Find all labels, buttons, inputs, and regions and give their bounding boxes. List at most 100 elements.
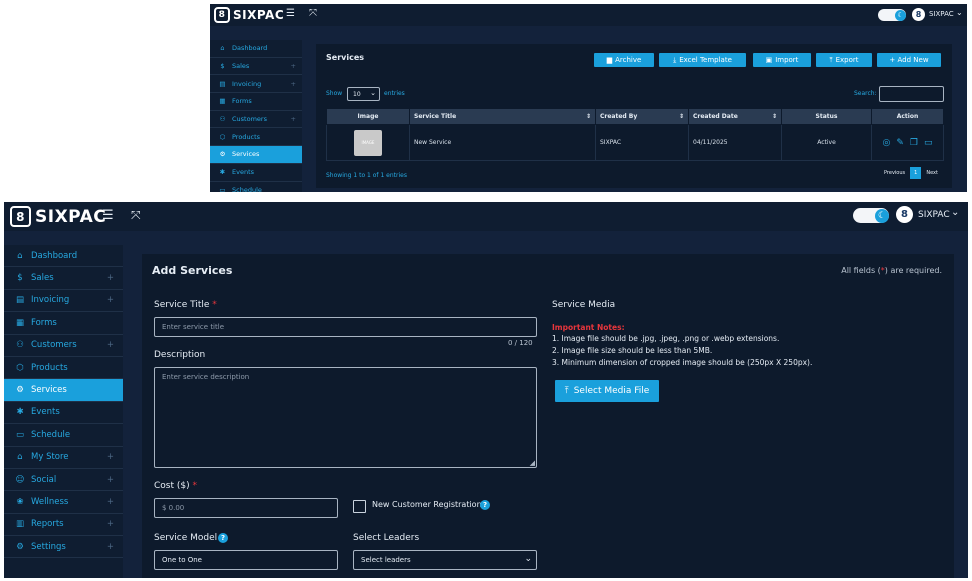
forms-icon: ▦ [15, 317, 25, 328]
service-model-input[interactable]: One to One [154, 550, 338, 570]
user-name[interactable]: SIXPAC [918, 210, 950, 220]
avatar[interactable]: 8 [896, 206, 913, 223]
column-header-created-by[interactable]: Created By ⇕ [595, 108, 689, 125]
sidebar-item-schedule[interactable]: ▭ Schedule [210, 182, 302, 192]
archive-button[interactable]: ▆ Archive [594, 53, 654, 67]
sidebar-item-forms[interactable]: ▦ Forms [210, 93, 302, 111]
sidebar-item-services[interactable]: ⚙ Services [210, 146, 302, 164]
column-header-service-title[interactable]: Service Title ⇕ [409, 108, 596, 125]
expand-plus-icon[interactable]: + [107, 295, 114, 305]
sidebar-item-reports[interactable]: ▥ Reports + [4, 514, 123, 537]
expand-plus-icon[interactable]: + [107, 273, 114, 283]
excel-template-button[interactable]: ⤓ Excel Template [659, 53, 746, 67]
sidebar-item-products[interactable]: ⬡ Products [4, 357, 123, 380]
sidebar-item-products[interactable]: ⬡ Products [210, 128, 302, 147]
sidebar-item-my-store[interactable]: ⌂ My Store + [4, 447, 123, 469]
image-cell: IMAGE [326, 124, 410, 161]
sidebar-item-events[interactable]: ✱ Events [210, 164, 302, 182]
required-star: * [192, 481, 198, 491]
expand-plus-icon[interactable]: + [291, 115, 296, 123]
service-title-input[interactable]: Enter service title [154, 317, 537, 337]
brand-logo[interactable]: 8 SIXPAC [214, 7, 284, 23]
services-icon: ⚙ [219, 150, 226, 159]
sidebar-item-invoicing[interactable]: ▤ Invoicing + [210, 75, 302, 94]
sidebar-item-customers[interactable]: ⚇ Customers + [210, 111, 302, 129]
eye-icon[interactable]: ◎ [883, 138, 891, 148]
pagination-page[interactable]: 1 [910, 167, 922, 179]
action-cell: ◎ ✎ ❐ ▭ [871, 124, 944, 161]
sidebar-item-label: Reports [31, 519, 64, 530]
sidebar-item-label: Dashboard [232, 44, 268, 53]
expand-icon[interactable]: ⤧ [131, 208, 141, 223]
sidebar-item-customers[interactable]: ⚇ Customers + [4, 335, 123, 357]
cost-input[interactable]: $ 0.00 [154, 498, 338, 518]
sidebar-item-services[interactable]: ⚙ Services [4, 379, 123, 402]
my-store-icon: ⌂ [17, 452, 23, 463]
customers-icon: ⚇ [16, 340, 24, 351]
sidebar-item-invoicing[interactable]: ▤ Invoicing + [4, 290, 123, 313]
resize-handle-icon[interactable]: ◢ [530, 459, 535, 467]
sidebar-item-schedule[interactable]: ▭ Schedule [4, 424, 123, 447]
brand-name: SIXPAC [35, 206, 107, 227]
add-new-button[interactable]: + Add New [877, 53, 941, 67]
import-button[interactable]: ▣ Import [753, 53, 811, 67]
brand-logo[interactable]: 8 SIXPAC [10, 206, 106, 227]
services-table: Image Service Title ⇕ Created By ⇕ Created… [326, 108, 944, 161]
menu-icon[interactable]: ☰ [102, 208, 114, 223]
sidebar-item-dashboard[interactable]: ⌂ Dashboard [210, 40, 302, 58]
expand-plus-icon[interactable]: + [107, 519, 114, 529]
expand-plus-icon[interactable]: + [291, 62, 296, 70]
export-button[interactable]: ⤒ Export [816, 53, 872, 67]
chevron-down-icon[interactable]: ⌄ [951, 207, 959, 218]
sidebar-item-settings[interactable]: ⚙ Settings + [4, 536, 123, 559]
social-icon: ☺ [15, 474, 25, 485]
created-date-cell: 04/11/2025 [688, 124, 782, 161]
sidebar-item-wellness[interactable]: ❀ Wellness + [4, 491, 123, 514]
sort-icon: ⇕ [585, 113, 591, 120]
user-name[interactable]: SIXPAC [929, 10, 954, 18]
schedule-icon: ▭ [219, 185, 226, 192]
copy-icon[interactable]: ❐ [910, 138, 918, 148]
pagination-previous[interactable]: Previous [879, 167, 911, 179]
new-customer-label: New Customer Registration [372, 500, 482, 509]
column-header-image[interactable]: Image [326, 108, 410, 125]
sidebar-item-social[interactable]: ☺ Social + [4, 469, 123, 492]
sidebar-item-label: Schedule [31, 429, 71, 440]
avatar[interactable]: 8 [912, 8, 925, 21]
column-header-created-date[interactable]: Created Date ⇕ [688, 108, 782, 125]
pagination-next[interactable]: Next [921, 167, 943, 179]
expand-plus-icon[interactable]: + [107, 340, 114, 350]
chevron-down-icon[interactable]: ⌄ [956, 8, 963, 17]
sidebar-item-events[interactable]: ✱ Events [4, 402, 123, 425]
help-icon[interactable]: ? [218, 533, 228, 543]
help-icon[interactable]: ? [480, 500, 490, 510]
theme-toggle[interactable]: ☾ [853, 208, 889, 223]
column-header-status[interactable]: Status [781, 108, 872, 125]
sidebar-item-sales[interactable]: $ Sales + [4, 267, 123, 290]
settings-icon: ⚙ [16, 541, 24, 552]
expand-plus-icon[interactable]: + [107, 452, 114, 462]
sidebar-item-label: Invoicing [232, 79, 262, 88]
menu-icon[interactable]: ☰ [286, 8, 295, 19]
service-thumbnail[interactable]: IMAGE [354, 129, 382, 156]
expand-plus-icon[interactable]: + [291, 80, 296, 88]
top-bar: 8 SIXPAC ☰ ⤧ ☾ 8 SIXPAC ⌄ [210, 4, 967, 26]
expand-icon[interactable]: ⤧ [309, 8, 317, 19]
new-customer-checkbox[interactable] [353, 500, 366, 513]
entries-select[interactable]: 10 ⌄ [347, 87, 380, 101]
chevron-down-icon: ⌄ [370, 89, 376, 97]
description-textarea[interactable]: Enter service description ◢ [154, 367, 537, 468]
sidebar-item-sales[interactable]: $ Sales + [210, 58, 302, 76]
select-leaders-dropdown[interactable]: Select leaders ⌄ [353, 550, 537, 570]
folder-icon[interactable]: ▭ [924, 138, 933, 148]
sidebar-item-dashboard[interactable]: ⌂ Dashboard [4, 245, 123, 268]
label-text: Cost ($) [154, 481, 190, 491]
expand-plus-icon[interactable]: + [107, 542, 114, 552]
sidebar-item-forms[interactable]: ▦ Forms [4, 312, 123, 335]
expand-plus-icon[interactable]: + [107, 475, 114, 485]
select-media-button[interactable]: ⤒ Select Media File [555, 380, 659, 402]
search-input[interactable] [879, 86, 944, 102]
expand-plus-icon[interactable]: + [107, 497, 114, 507]
pencil-icon[interactable]: ✎ [896, 138, 904, 148]
theme-toggle[interactable]: ☾ [878, 9, 906, 21]
